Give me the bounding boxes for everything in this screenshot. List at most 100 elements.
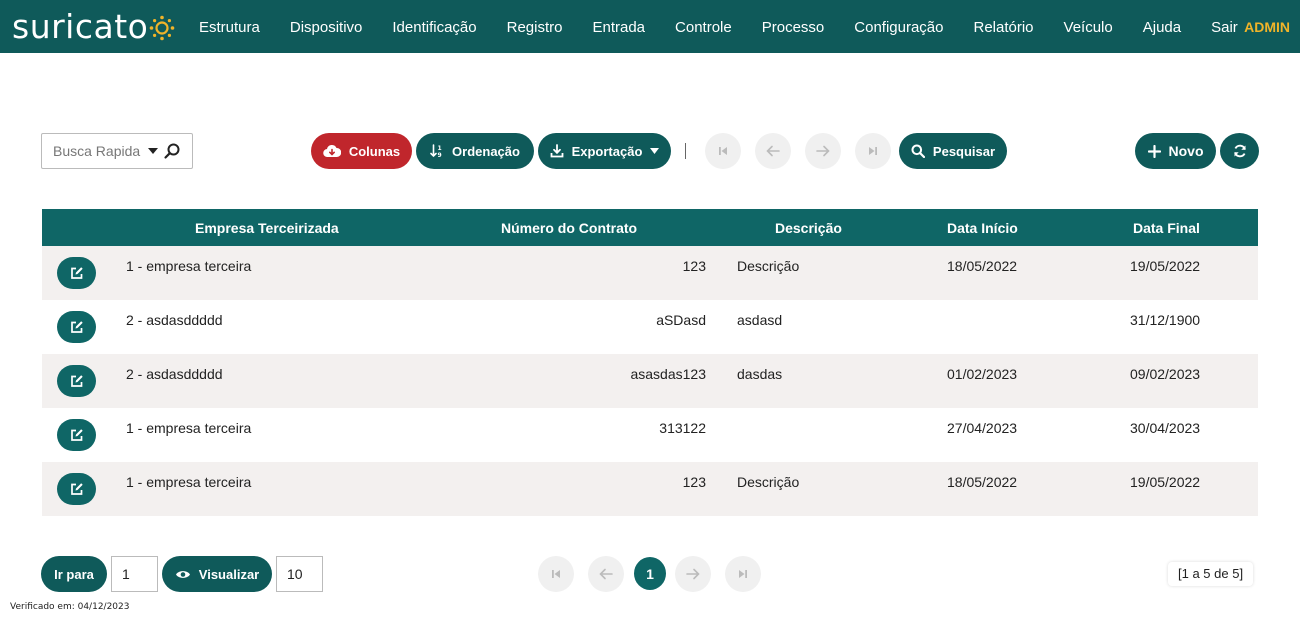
columns-button-label: Colunas [348,143,401,159]
magnifier-icon[interactable] [162,141,182,161]
edit-button[interactable] [57,419,96,451]
pagination-current-page[interactable]: 1 [634,557,666,590]
cell-data-final: 30/04/2023 [1130,420,1201,436]
refresh-button[interactable] [1220,133,1259,169]
arrow-right-icon [686,568,700,580]
cell-data-inicio: 18/05/2022 [947,258,1018,274]
page-number-input[interactable]: 1 [111,556,158,592]
plus-icon [1147,144,1161,158]
column-header-data-inicio[interactable]: Data Início [947,209,1018,246]
edit-icon [70,483,83,495]
table-row: 1 - empresa terceira 123 Descrição 18/05… [42,462,1258,516]
new-button[interactable]: Novo [1135,133,1216,169]
cell-data-inicio: 01/02/2023 [947,366,1018,382]
menu-item-estrutura[interactable]: Estrutura [184,0,275,53]
column-header-data-final[interactable]: Data Final [1133,209,1200,246]
last-page-button[interactable] [855,133,891,169]
pagination-next-button[interactable] [675,556,711,592]
arrow-left-icon [599,568,613,580]
go-to-page-label: Ir para [54,566,94,582]
edit-button[interactable] [57,365,96,397]
caret-down-icon [650,148,660,154]
column-header-empresa[interactable]: Empresa Terceirizada [195,209,339,246]
edit-icon [70,375,83,387]
cell-descricao: asdasd [737,312,783,328]
arrow-left-icon [766,145,780,157]
column-header-contrato[interactable]: Número do Contrato [501,209,637,246]
user-name[interactable]: ADMIN [1244,0,1290,53]
verified-date: Verificado em: 04/12/2023 [10,602,130,612]
menu-item-processo[interactable]: Processo [747,0,840,53]
sort-button-label: Ordenação [452,143,520,159]
table-row: 2 - asdasddddd aSDasd asdasd 31/12/1900 [42,300,1258,354]
menu-item-entrada[interactable]: Entrada [577,0,660,53]
menu-item-identificacao[interactable]: Identificação [377,0,491,53]
menu-item-registro[interactable]: Registro [492,0,578,53]
svg-text:9: 9 [438,152,442,158]
table-row: 1 - empresa terceira 313122 27/04/2023 3… [42,408,1258,462]
edit-button[interactable] [57,473,96,505]
pagination-first-button[interactable] [538,556,574,592]
table-row: 2 - asdasddddd asasdas123 dasdas 01/02/2… [42,354,1258,408]
cell-data-final: 19/05/2022 [1130,258,1201,274]
edit-button[interactable] [57,257,96,289]
menu-item-relatorio[interactable]: Relatório [959,0,1049,53]
cell-data-inicio: 27/04/2023 [947,420,1018,436]
logo[interactable]: suricato [12,4,175,48]
columns-button[interactable]: Colunas [311,133,412,169]
top-navbar: suricato Estrutura Dispositivo Identific… [0,0,1300,53]
cell-data-final: 31/12/1900 [1130,312,1201,328]
view-button[interactable]: Visualizar [162,556,272,592]
last-page-icon [739,570,747,578]
edit-button[interactable] [57,311,96,343]
refresh-icon [1233,144,1246,158]
first-page-icon [552,570,560,578]
menu-item-dispositivo[interactable]: Dispositivo [275,0,378,53]
pagination-last-button[interactable] [725,556,761,592]
menu-item-ajuda[interactable]: Ajuda [1128,0,1196,53]
cell-empresa: 2 - asdasddddd [126,312,223,328]
sort-button[interactable]: 1 9 Ordenação [416,133,534,169]
view-button-label: Visualizar [198,566,260,582]
cell-contrato: 123 [682,258,706,274]
edit-icon [70,267,83,279]
export-button-label: Exportação [571,143,643,159]
cell-data-final: 09/02/2023 [1130,366,1201,382]
data-table: Empresa Terceirizada Número do Contrato … [42,209,1258,516]
menu-item-controle[interactable]: Controle [660,0,747,53]
record-range: [1 a 5 de 5] [1168,562,1254,586]
download-icon [550,144,563,158]
cell-data-final: 19/05/2022 [1130,474,1201,490]
menu-item-configuracao[interactable]: Configuração [839,0,958,53]
pagination-prev-button[interactable] [588,556,624,592]
cell-descricao: dasdas [737,366,783,382]
cell-data-inicio: 18/05/2022 [947,474,1018,490]
search-button[interactable]: Pesquisar [899,133,1007,169]
menu-item-veiculo[interactable]: Veículo [1049,0,1128,53]
arrow-right-icon [816,145,830,157]
search-icon [911,144,925,158]
eye-icon [175,570,190,578]
cell-contrato: 313122 [659,420,706,436]
first-page-button[interactable] [705,133,741,169]
next-page-button[interactable] [805,133,841,169]
quick-search-select[interactable]: Busca Rapida [41,133,193,169]
cell-empresa: 1 - empresa terceira [126,258,252,274]
cell-empresa: 2 - asdasddddd [126,366,223,382]
quick-search-label: Busca Rapida [53,143,141,159]
column-header-descricao[interactable]: Descrição [775,209,842,246]
table-header: Empresa Terceirizada Número do Contrato … [42,209,1258,246]
caret-down-icon [148,148,158,154]
export-button[interactable]: Exportação [538,133,671,169]
first-page-icon [719,147,727,155]
page-size-input[interactable]: 10 [276,556,323,592]
go-to-page-button[interactable]: Ir para [41,556,107,592]
prev-page-button[interactable] [755,133,791,169]
edit-icon [70,429,83,441]
toolbar-divider [685,143,686,159]
cell-contrato: 123 [682,474,706,490]
cell-empresa: 1 - empresa terceira [126,420,252,436]
cloud-icon [323,144,341,158]
cell-descricao: Descrição [737,258,800,274]
cell-descricao: Descrição [737,474,800,490]
